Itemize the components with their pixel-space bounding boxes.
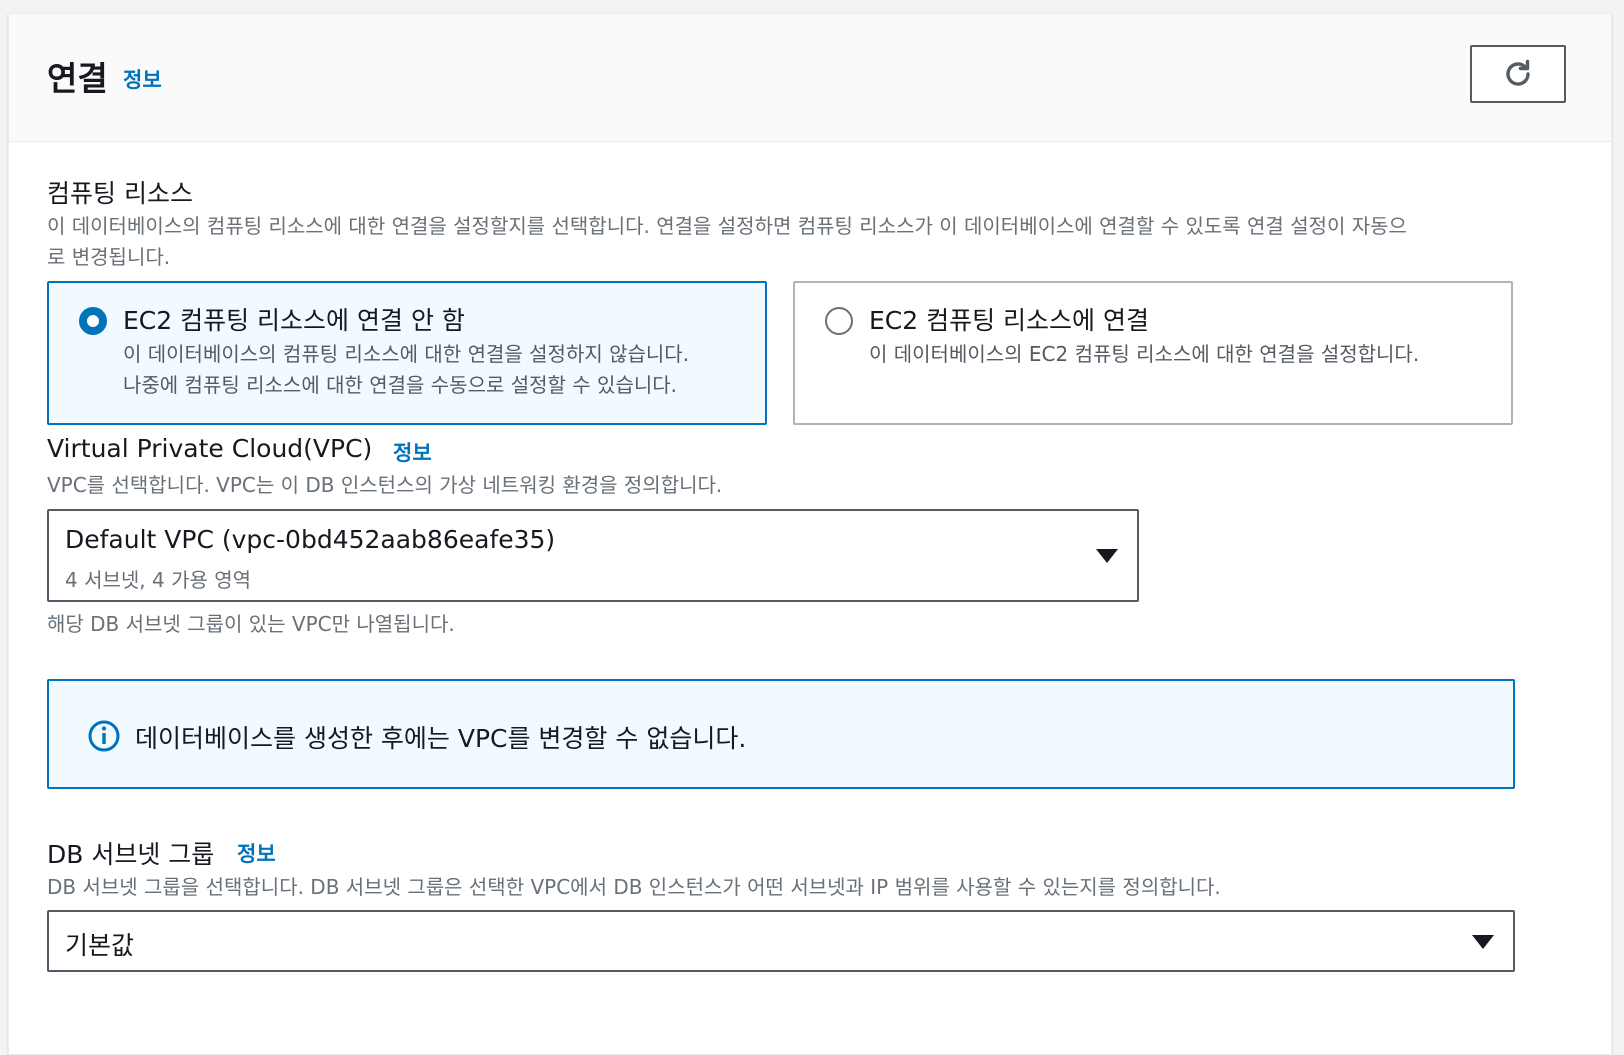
title-info-link[interactable]: 정보 [123,64,162,94]
option-no-connect-title: EC2 컴퓨팅 리소스에 연결 안 함 [123,306,465,335]
vpc-selected-subtext: 4 서브넷, 4 가용 영역 [65,568,252,592]
panel-title: 연결 [47,59,108,98]
vpc-label: Virtual Private Cloud(VPC) [47,434,373,463]
vpc-hint: 해당 DB 서브넷 그룹이 있는 VPC만 나열됩니다. [47,612,455,636]
vpc-select[interactable]: Default VPC (vpc-0bd452aab86eafe35) 4 서브… [47,509,1139,602]
option-no-connect-desc: 이 데이터베이스의 컴퓨팅 리소스에 대한 연결을 설정하지 않습니다. 나중에… [123,339,753,401]
connectivity-panel: 연결 정보 컴퓨팅 리소스 이 데이터베이스의 컴퓨팅 리소스에 대한 연결을 … [8,13,1612,1055]
subnet-info-link[interactable]: 정보 [237,838,276,868]
subnet-group-desc: DB 서브넷 그룹을 선택합니다. DB 서브넷 그룹은 선택한 VPC에서 D… [47,875,1221,899]
radio-no-connect[interactable] [79,307,107,335]
option-no-connect[interactable]: EC2 컴퓨팅 리소스에 연결 안 함 이 데이터베이스의 컴퓨팅 리소스에 대… [47,281,767,425]
subnet-selected-value: 기본값 [65,931,135,960]
vpc-selected-value: Default VPC (vpc-0bd452aab86eafe35) [65,525,556,554]
compute-resource-desc: 이 데이터베이스의 컴퓨팅 리소스에 대한 연결을 설정할지를 선택합니다. 연… [47,211,1527,273]
alert-text: 데이터베이스를 생성한 후에는 VPC를 변경할 수 없습니다. [135,724,747,753]
subnet-group-select[interactable]: 기본값 [47,910,1515,972]
option-connect-ec2-desc-line1: 이 데이터베이스의 EC2 컴퓨팅 리소스에 대한 연결을 설정합니다. [869,342,1420,366]
option-connect-ec2-title: EC2 컴퓨팅 리소스에 연결 [869,306,1149,335]
radio-connect-ec2[interactable] [825,307,853,335]
subnet-group-label: DB 서브넷 그룹 [47,840,215,869]
option-connect-ec2[interactable]: EC2 컴퓨팅 리소스에 연결 이 데이터베이스의 EC2 컴퓨팅 리소스에 대… [793,281,1513,425]
option-connect-ec2-desc: 이 데이터베이스의 EC2 컴퓨팅 리소스에 대한 연결을 설정합니다. [869,339,1499,370]
panel-header: 연결 정보 [9,14,1611,142]
vpc-desc: VPC를 선택합니다. VPC는 이 DB 인스턴스의 가상 네트워킹 환경을 … [47,473,723,497]
refresh-button[interactable] [1470,45,1566,103]
compute-desc-line2: 로 변경됩니다. [47,245,171,269]
vpc-info-alert: 데이터베이스를 생성한 후에는 VPC를 변경할 수 없습니다. [47,679,1515,789]
option-no-connect-desc-line1: 이 데이터베이스의 컴퓨팅 리소스에 대한 연결을 설정하지 않습니다. [123,342,690,366]
info-icon [88,720,120,752]
option-no-connect-desc-line2: 나중에 컴퓨팅 리소스에 대한 연결을 수동으로 설정할 수 있습니다. [123,373,678,397]
chevron-down-icon [1472,935,1494,949]
refresh-icon [1506,59,1530,86]
vpc-info-link[interactable]: 정보 [393,437,432,467]
chevron-down-icon [1096,549,1118,563]
compute-desc-line1: 이 데이터베이스의 컴퓨팅 리소스에 대한 연결을 설정할지를 선택합니다. 연… [47,214,1407,238]
compute-resource-label: 컴퓨팅 리소스 [47,179,193,208]
